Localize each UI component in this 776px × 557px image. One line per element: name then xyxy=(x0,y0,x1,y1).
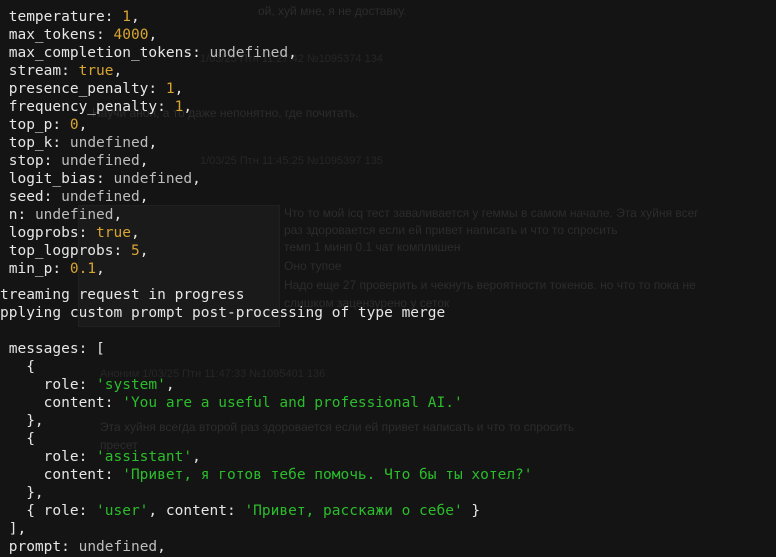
param-key: stop xyxy=(8,153,44,169)
param-key: logit_bias xyxy=(8,171,97,187)
message-open: { xyxy=(0,359,35,375)
message-content: 'You are a useful and professional AI.' xyxy=(122,395,463,411)
param-key: temperature xyxy=(8,9,105,25)
param-line: presence_penalty: 1, xyxy=(8,81,184,97)
param-key: max_tokens xyxy=(8,27,97,43)
messages-open: messages: [ xyxy=(8,341,105,357)
prompt-line: prompt: undefined, xyxy=(8,539,166,555)
param-value: 1 xyxy=(165,81,175,97)
param-line: top_k: undefined, xyxy=(8,135,158,151)
param-line: top_p: 0, xyxy=(8,117,88,133)
terminal-output: temperature: 1, max_tokens: 4000, max_co… xyxy=(0,0,776,557)
param-line: logit_bias: undefined, xyxy=(8,171,201,187)
param-key: top_k xyxy=(8,135,53,151)
param-line: frequency_penalty: 1, xyxy=(8,99,193,115)
message-content-line: content: 'Привет, я готов тебе помочь. Ч… xyxy=(0,467,533,483)
message-open: { xyxy=(0,431,35,447)
param-value: true xyxy=(96,225,131,241)
message-content: 'Привет, расскажи о себе' xyxy=(244,503,463,519)
messages-close: ], xyxy=(0,521,27,537)
param-key: presence_penalty xyxy=(8,81,149,97)
param-line: max_completion_tokens: undefined, xyxy=(8,45,297,61)
param-value: 1 xyxy=(122,9,131,25)
param-value: undefined xyxy=(61,153,140,169)
param-line: stream: true, xyxy=(8,63,123,79)
status-streaming: treaming request in progress xyxy=(0,287,245,303)
message-close: }, xyxy=(0,413,44,429)
message-role: 'system' xyxy=(96,377,166,393)
message-role: 'assistant' xyxy=(96,449,193,465)
message-role-line: role: 'assistant', xyxy=(0,449,201,465)
prompt-value: undefined xyxy=(78,539,158,555)
param-line: stop: undefined, xyxy=(8,153,149,169)
message-content-line: content: 'You are a useful and professio… xyxy=(0,395,463,411)
param-line: logprobs: true, xyxy=(8,225,140,241)
param-line: max_tokens: 4000, xyxy=(8,27,158,43)
param-key: top_logprobs xyxy=(8,243,114,259)
param-line: temperature: 1, xyxy=(8,9,140,25)
param-key: frequency_penalty xyxy=(8,99,158,115)
param-value: 5 xyxy=(130,243,140,259)
param-value: 0.1 xyxy=(69,261,97,277)
param-value: undefined xyxy=(61,189,140,205)
param-key: seed xyxy=(8,189,44,205)
param-value: undefined xyxy=(69,135,149,151)
param-value: 1 xyxy=(174,99,184,115)
status-post-processing: pplying custom prompt post-processing of… xyxy=(0,305,446,321)
message-role-line: role: 'system', xyxy=(0,377,175,393)
message-content: 'Привет, я готов тебе помочь. Что бы ты … xyxy=(122,467,533,483)
param-key: top_p xyxy=(8,117,53,133)
param-line: min_p: 0.1, xyxy=(8,261,105,277)
param-value: undefined xyxy=(113,171,193,187)
param-value: true xyxy=(78,63,114,79)
param-value: 0 xyxy=(69,117,79,133)
param-value: undefined xyxy=(34,207,114,223)
param-key: min_p xyxy=(8,261,53,277)
param-key: logprobs xyxy=(8,225,79,241)
message-close: }, xyxy=(0,485,44,501)
param-key: stream xyxy=(8,63,62,79)
param-value: undefined xyxy=(209,45,289,61)
param-line: n: undefined, xyxy=(8,207,123,223)
param-value: 4000 xyxy=(113,27,149,43)
message-role: 'user' xyxy=(96,503,149,519)
message-inline: { role: 'user', content: 'Привет, расска… xyxy=(0,503,481,519)
param-key: max_completion_tokens xyxy=(8,45,193,61)
param-line: seed: undefined, xyxy=(8,189,149,205)
param-key: n xyxy=(8,207,18,223)
param-line: top_logprobs: 5, xyxy=(8,243,149,259)
